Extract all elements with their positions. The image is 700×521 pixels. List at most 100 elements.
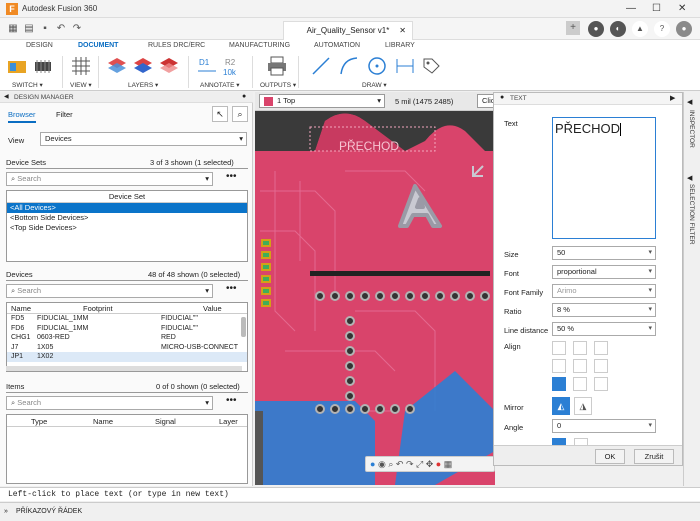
dimension-draw-icon[interactable] bbox=[394, 55, 416, 77]
mirror-off-button[interactable]: ◭ bbox=[552, 397, 570, 415]
group-draw[interactable]: DRAW ▾ bbox=[362, 81, 387, 89]
items-search[interactable]: ⌕ Search ▾ bbox=[6, 396, 213, 410]
devices-search[interactable]: ⌕ Search ▾ bbox=[6, 284, 213, 298]
scrollbar[interactable] bbox=[241, 317, 246, 337]
column-header[interactable]: Signal bbox=[155, 417, 176, 426]
document-tab[interactable]: Air_Quality_Sensor v1* ✕ bbox=[283, 21, 413, 40]
tab-document[interactable]: DOCUMENT bbox=[78, 42, 119, 54]
line-icon[interactable] bbox=[310, 55, 332, 77]
avatar[interactable]: ● bbox=[676, 21, 692, 37]
group-outputs[interactable]: OUTPUTS ▾ bbox=[260, 81, 296, 89]
tag-icon[interactable] bbox=[420, 55, 442, 77]
command-line-bar[interactable]: » PŘÍKAZOVÝ ŘÁDEK bbox=[0, 502, 700, 521]
group-view[interactable]: VIEW ▾ bbox=[70, 81, 92, 89]
stop-icon[interactable]: ● bbox=[436, 459, 441, 469]
table-row[interactable]: FD6 FIDUCIAL_1MM FIDUCIAL"" bbox=[7, 324, 247, 334]
layers-icon[interactable] bbox=[106, 55, 128, 77]
panel-collapse-icon[interactable]: ● bbox=[500, 94, 504, 101]
layer-select[interactable]: 1 Top ▾ bbox=[259, 94, 385, 108]
column-header[interactable]: Footprint bbox=[83, 304, 113, 313]
new-tab-icon[interactable]: + bbox=[566, 21, 580, 35]
value-label-icon[interactable]: R210k bbox=[222, 55, 244, 77]
notifications-icon[interactable]: ▲ bbox=[632, 21, 648, 37]
tab-design[interactable]: DESIGN bbox=[26, 42, 53, 49]
collapse-icon[interactable]: ◀ bbox=[4, 93, 9, 100]
expand-arrow-icon[interactable]: ◀ bbox=[687, 98, 692, 106]
group-layers[interactable]: LAYERS ▾ bbox=[128, 81, 158, 89]
font-family-select[interactable]: Arimo bbox=[552, 284, 656, 298]
table-row[interactable]: JP1 1X02 bbox=[7, 352, 247, 362]
help-icon[interactable]: ? bbox=[654, 21, 670, 37]
column-header[interactable]: Type bbox=[31, 417, 47, 426]
line-distance-select[interactable]: 50 % bbox=[552, 322, 656, 336]
align-bottom-right-button[interactable] bbox=[594, 377, 608, 391]
horizontal-scrollbar[interactable] bbox=[6, 366, 242, 371]
select-tool-icon[interactable]: ↖ bbox=[212, 106, 228, 122]
group-annotate[interactable]: ANNOTATE ▾ bbox=[200, 81, 240, 89]
align-center-right-button[interactable] bbox=[594, 359, 608, 373]
align-center-button[interactable] bbox=[573, 359, 587, 373]
dimension-icon[interactable]: D1 bbox=[196, 55, 218, 77]
panel-close-icon[interactable]: ● bbox=[242, 93, 246, 100]
tab-rules[interactable]: RULES DRC/ERC bbox=[148, 42, 205, 49]
align-top-right-button[interactable] bbox=[594, 341, 608, 355]
panel-expand-icon[interactable]: ▶ bbox=[670, 94, 675, 102]
inspector-tab[interactable]: INSPECTOR bbox=[688, 110, 695, 148]
list-item[interactable]: <Top Side Devices> bbox=[7, 223, 247, 233]
grid-icon[interactable] bbox=[70, 55, 92, 77]
save-icon[interactable]: ▪ bbox=[38, 22, 52, 36]
expand-icon[interactable]: » bbox=[4, 503, 8, 521]
grid-toggle-icon[interactable]: ▦ bbox=[444, 459, 453, 469]
tab-filter[interactable]: Filter bbox=[56, 110, 73, 119]
close-tab-icon[interactable]: ✕ bbox=[399, 22, 406, 40]
view-select[interactable]: Devices ▾ bbox=[40, 132, 247, 146]
selection-filter-tab[interactable]: SELECTION FILTER bbox=[688, 184, 695, 245]
list-item[interactable]: <All Devices> bbox=[7, 203, 247, 213]
align-center-left-button[interactable] bbox=[552, 359, 566, 373]
column-header[interactable]: Name bbox=[93, 417, 113, 426]
text-value-input[interactable]: PŘECHOD bbox=[552, 117, 656, 239]
size-select[interactable]: 50 bbox=[552, 246, 656, 260]
circle-icon[interactable] bbox=[366, 55, 388, 77]
ok-button[interactable]: OK bbox=[595, 449, 625, 464]
board-text-preview[interactable]: PŘECHOD bbox=[339, 138, 399, 153]
align-top-center-button[interactable] bbox=[573, 341, 587, 355]
layer-settings-icon[interactable] bbox=[132, 55, 154, 77]
minimize-icon[interactable]: — bbox=[626, 3, 636, 14]
ratio-select[interactable]: 8 % bbox=[552, 303, 656, 317]
pcb-canvas[interactable]: PŘECHOD ● ◉ ⌕ ↶ ↷ ⤢ ✥ ● ▦ bbox=[255, 111, 495, 485]
pcb-board[interactable]: PŘECHOD bbox=[255, 111, 495, 485]
eye-icon[interactable]: ◉ bbox=[378, 459, 386, 469]
switch-to-schematic-icon[interactable] bbox=[6, 55, 28, 77]
layer-visibility-icon[interactable] bbox=[158, 55, 180, 77]
table-row[interactable]: FD5 FIDUCIAL_1MM FIDUCIAL"" bbox=[7, 314, 247, 324]
column-header[interactable]: Name bbox=[11, 304, 31, 313]
more-options-icon[interactable]: ••• bbox=[226, 395, 237, 406]
redo-icon[interactable]: ↷ bbox=[406, 459, 414, 469]
cancel-button[interactable]: Zrušit bbox=[634, 449, 674, 464]
undo-icon[interactable]: ↶ bbox=[54, 22, 68, 36]
printer-icon[interactable] bbox=[266, 55, 288, 77]
maximize-icon[interactable]: ☐ bbox=[652, 3, 661, 14]
table-row[interactable]: CHG1 0603-RED RED bbox=[7, 333, 247, 343]
tab-library[interactable]: LIBRARY bbox=[385, 42, 415, 49]
redo-icon[interactable]: ↷ bbox=[70, 22, 84, 36]
align-bottom-left-button[interactable] bbox=[552, 377, 566, 391]
undo-icon[interactable]: ↶ bbox=[396, 459, 404, 469]
zoom-icon[interactable]: ⌕ bbox=[388, 459, 393, 469]
file-icon[interactable]: ▤ bbox=[22, 22, 36, 36]
data-panel-icon[interactable]: ▦ bbox=[6, 22, 20, 36]
list-item[interactable]: <Bottom Side Devices> bbox=[7, 213, 247, 223]
close-icon[interactable]: ✕ bbox=[678, 3, 686, 14]
more-options-icon[interactable]: ••• bbox=[226, 283, 237, 294]
expand-arrow-icon[interactable]: ◀ bbox=[687, 174, 692, 182]
fit-icon[interactable]: ⤢ bbox=[416, 459, 423, 469]
info-icon[interactable]: ● bbox=[370, 459, 375, 469]
job-status-icon[interactable]: ◐ bbox=[610, 21, 626, 37]
align-bottom-center-button[interactable] bbox=[573, 377, 587, 391]
table-row[interactable]: J7 1X05 MICRO-USB-CONNECT bbox=[7, 343, 247, 353]
mirror-on-button[interactable]: ◮ bbox=[574, 397, 592, 415]
column-header[interactable]: Value bbox=[203, 304, 222, 313]
column-header[interactable]: Layer bbox=[219, 417, 238, 426]
device-sets-search[interactable]: ⌕ Search ▾ bbox=[6, 172, 213, 186]
